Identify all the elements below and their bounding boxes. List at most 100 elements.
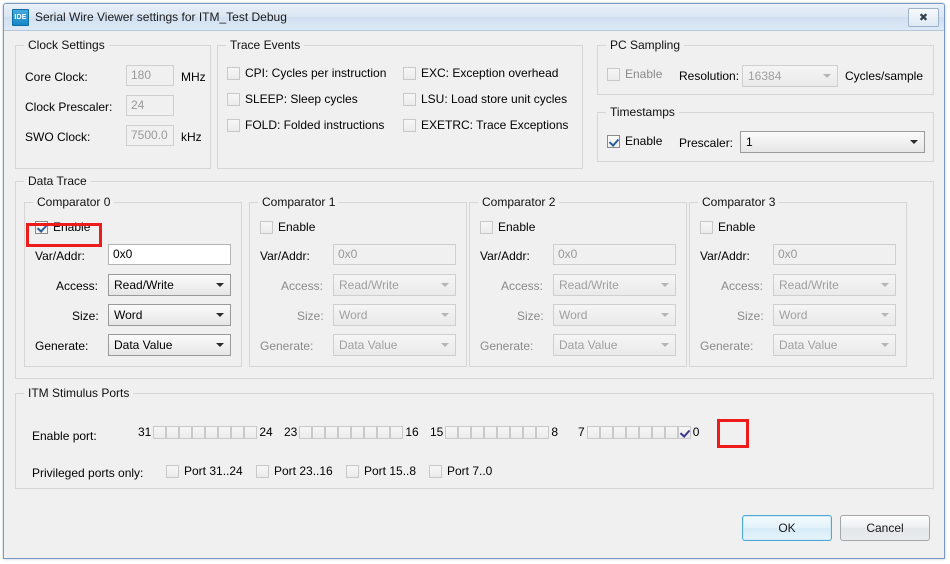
port-checkbox-20[interactable] [338,425,352,439]
privileged-7-0-checkbox[interactable] [429,464,442,478]
port-checkbox-26[interactable] [218,425,232,439]
exetrc-label: EXETRC: Trace Exceptions [421,118,569,132]
comparator-1-generate-combo[interactable]: Data Value [333,334,456,356]
timestamps-enable-label: Enable [625,134,663,148]
comparator-2-size-combo[interactable]: Word [553,304,676,326]
port-checkbox-4[interactable] [625,425,639,439]
comparator-0-varaddr-input[interactable]: 0x0 [108,244,231,265]
port-checkbox-25[interactable] [231,425,245,439]
port-checkbox-29[interactable] [179,425,193,439]
timestamps-enable-checkbox[interactable] [607,134,620,148]
comparator-2-enable[interactable]: Enable [480,220,535,234]
port-checkbox-21[interactable] [325,425,339,439]
comparator-3-size-combo[interactable]: Word [773,304,896,326]
port-group-15-8-high: 15 [430,425,444,439]
exc-checkbox[interactable] [403,66,416,80]
comparator-1-enable-checkbox[interactable] [260,220,273,234]
port-checkbox-17[interactable] [377,425,391,439]
comparator-1-access-combo[interactable]: Read/Write [333,274,456,296]
port-checkbox-8[interactable] [536,425,550,439]
port-checkbox-22[interactable] [312,425,326,439]
port-checkbox-6[interactable] [599,425,613,439]
pc-resolution-combo[interactable]: 16384 [742,65,838,87]
port-checkbox-10[interactable] [510,425,524,439]
comparator-3-enable[interactable]: Enable [700,220,755,234]
trace-event-sleep[interactable]: SLEEP: Sleep cycles [227,92,358,106]
comparator-3-varaddr-input[interactable]: 0x0 [773,244,896,265]
trace-event-lsu[interactable]: LSU: Load store unit cycles [403,92,567,106]
sleep-checkbox[interactable] [227,92,240,106]
trace-event-exc[interactable]: EXC: Exception overhead [403,66,558,80]
privileged-port-15-8[interactable]: Port 15..8 [346,464,416,478]
timestamps-enable[interactable]: Enable [607,134,662,148]
privileged-port-7-0[interactable]: Port 7..0 [429,464,492,478]
trace-event-cpi[interactable]: CPI: Cycles per instruction [227,66,386,80]
trace-event-fold[interactable]: FOLD: Folded instructions [227,118,384,132]
timestamps-prescaler-combo[interactable]: 1 [740,131,925,153]
comparator-3-access-combo[interactable]: Read/Write [773,274,896,296]
exetrc-checkbox[interactable] [403,118,416,132]
port-checkbox-3[interactable] [638,425,652,439]
comparator-3-enable-checkbox[interactable] [700,220,713,234]
swo-clock-unit: kHz [181,130,202,144]
data-trace-group: Data Trace Comparator 0 Enable Var/Addr:… [15,174,934,379]
clock-prescaler-input[interactable]: 24 [126,95,174,116]
port-checkbox-1[interactable] [664,425,678,439]
port-checkbox-27[interactable] [205,425,219,439]
port-checkbox-14[interactable] [458,425,472,439]
lsu-checkbox[interactable] [403,92,416,106]
privileged-port-31-24[interactable]: Port 31..24 [166,464,243,478]
port-checkbox-5[interactable] [612,425,626,439]
port-checkbox-9[interactable] [523,425,537,439]
privileged-23-16-checkbox[interactable] [256,464,269,478]
comparator-2-generate-combo[interactable]: Data Value [553,334,676,356]
port-checkbox-23[interactable] [299,425,313,439]
port-checkbox-31[interactable] [153,425,167,439]
comparator-0-enable-checkbox[interactable] [35,220,48,234]
port-checkbox-30[interactable] [166,425,180,439]
trace-event-exetrc[interactable]: EXETRC: Trace Exceptions [403,118,568,132]
port-checkbox-7[interactable] [586,425,600,439]
comparator-0-access-combo[interactable]: Read/Write [108,274,231,296]
cpi-checkbox[interactable] [227,66,240,80]
port-checkbox-28[interactable] [192,425,206,439]
comparator-1-size-combo[interactable]: Word [333,304,456,326]
port-checkbox-11[interactable] [497,425,511,439]
ok-button[interactable]: OK [742,515,832,541]
comparator-0-generate-combo[interactable]: Data Value [108,334,231,356]
privileged-31-24-checkbox[interactable] [166,464,179,478]
comparator-2-generate-value: Data Value [559,338,618,352]
port-checkbox-19[interactable] [351,425,365,439]
comparator-2-access-combo[interactable]: Read/Write [553,274,676,296]
port-checkbox-16[interactable] [390,425,404,439]
comparator-0-enable[interactable]: Enable [35,220,90,234]
comparator-1-varaddr-input[interactable]: 0x0 [333,244,456,265]
core-clock-input[interactable]: 180 [126,65,174,86]
swo-clock-input[interactable]: 7500.0 [126,125,174,146]
port-checkbox-13[interactable] [471,425,485,439]
port-checkbox-24[interactable] [244,425,258,439]
privileged-15-8-checkbox[interactable] [346,464,359,478]
clock-settings-legend: Clock Settings [24,38,109,52]
port-group-15-8-low: 8 [551,425,559,439]
timestamps-group: Timestamps Enable Prescaler: 1 [597,105,934,162]
pc-sampling-enable[interactable]: Enable [607,67,662,81]
port-checkbox-2[interactable] [651,425,665,439]
close-icon[interactable]: ✖ [908,8,939,27]
chevron-down-icon [441,343,449,347]
port-checkbox-12[interactable] [484,425,498,439]
cancel-button[interactable]: Cancel [840,515,930,541]
privileged-port-23-16[interactable]: Port 23..16 [256,464,333,478]
pc-sampling-enable-checkbox[interactable] [607,67,620,81]
ide-icon: IDE [12,8,29,26]
port-checkbox-0[interactable] [677,425,691,439]
port-checkbox-15[interactable] [445,425,459,439]
comparator-3-generate-combo[interactable]: Data Value [773,334,896,356]
comparator-0-size-combo[interactable]: Word [108,304,231,326]
fold-checkbox[interactable] [227,118,240,132]
chevron-down-icon [441,283,449,287]
comparator-2-varaddr-input[interactable]: 0x0 [553,244,676,265]
port-checkbox-18[interactable] [364,425,378,439]
comparator-2-enable-checkbox[interactable] [480,220,493,234]
comparator-1-enable[interactable]: Enable [260,220,315,234]
